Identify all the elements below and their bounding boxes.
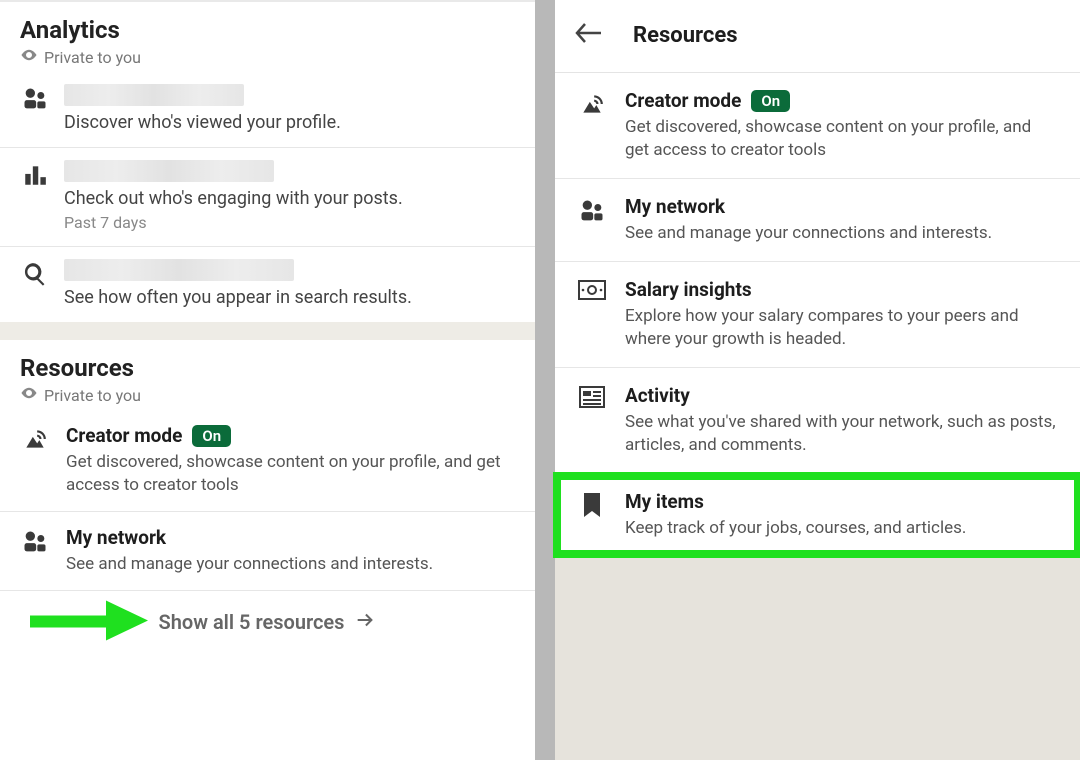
redacted-value bbox=[64, 160, 274, 182]
resource-row-desc: See and manage your connections and inte… bbox=[66, 553, 515, 576]
resource-row-title: My items bbox=[625, 490, 1058, 513]
resource-row-title-wrap: Creator mode On bbox=[625, 89, 1058, 112]
section-divider bbox=[0, 322, 535, 340]
resources-privacy: Private to you bbox=[20, 384, 515, 406]
resource-row-body: Creator mode On Get discovered, showcase… bbox=[625, 89, 1058, 162]
resource-row-title: Salary insights bbox=[625, 278, 1058, 301]
resource-row-desc: See and manage your connections and inte… bbox=[625, 222, 1058, 245]
resources-privacy-text: Private to you bbox=[44, 386, 141, 405]
analytics-row-search-appearances[interactable]: See how often you appear in search resul… bbox=[0, 247, 535, 322]
show-all-label: Show all 5 resources bbox=[159, 610, 345, 634]
resource-row-body: My network See and manage your connectio… bbox=[625, 195, 1058, 245]
analytics-row-desc: Check out who's engaging with your posts… bbox=[64, 188, 515, 209]
redacted-value bbox=[64, 259, 294, 281]
bookmark-icon bbox=[577, 490, 607, 540]
resources-heading: Resources bbox=[20, 354, 515, 382]
resource-row-desc: Get discovered, showcase content on your… bbox=[625, 116, 1058, 162]
analytics-row-post-engagement[interactable]: Check out who's engaging with your posts… bbox=[0, 148, 535, 247]
resources-section-header: Resources Private to you bbox=[0, 340, 535, 410]
resource-row-activity[interactable]: Activity See what you've shared with you… bbox=[555, 368, 1080, 474]
resource-row-title-wrap: Creator mode On bbox=[66, 424, 515, 447]
resource-row-creator-mode[interactable]: Creator mode On Get discovered, showcase… bbox=[0, 410, 535, 512]
back-button[interactable] bbox=[573, 20, 605, 50]
resource-row-my-items[interactable]: My items Keep track of your jobs, course… bbox=[555, 474, 1080, 556]
people-icon bbox=[20, 84, 50, 114]
eye-icon bbox=[20, 46, 38, 68]
resource-row-creator-mode[interactable]: Creator mode On Get discovered, showcase… bbox=[555, 73, 1080, 179]
resource-row-title: Creator mode bbox=[625, 89, 741, 112]
resource-row-desc: Explore how your salary compares to your… bbox=[625, 305, 1058, 351]
panel-left: Analytics Private to you Discover who's … bbox=[0, 0, 535, 760]
panel-divider bbox=[535, 0, 555, 760]
newspaper-icon bbox=[577, 384, 607, 457]
resource-row-my-network[interactable]: My network See and manage your connectio… bbox=[555, 179, 1080, 262]
analytics-row-sub: Past 7 days bbox=[64, 213, 515, 232]
resource-row-desc: See what you've shared with your network… bbox=[625, 411, 1058, 457]
eye-icon bbox=[20, 384, 38, 406]
resource-row-body: My items Keep track of your jobs, course… bbox=[625, 490, 1058, 540]
search-icon bbox=[20, 259, 50, 289]
creator-mode-badge: On bbox=[751, 90, 790, 112]
analytics-row-body: Check out who's engaging with your posts… bbox=[64, 160, 515, 232]
redacted-value bbox=[64, 84, 244, 106]
resource-row-title: Creator mode bbox=[66, 424, 182, 447]
bar-chart-icon bbox=[20, 160, 50, 190]
people-icon bbox=[20, 526, 50, 576]
empty-space bbox=[555, 556, 1080, 760]
annotation-arrow bbox=[30, 601, 150, 646]
resource-row-body: Salary insights Explore how your salary … bbox=[625, 278, 1058, 351]
resource-row-body: Creator mode On Get discovered, showcase… bbox=[66, 424, 515, 497]
resource-row-desc: Keep track of your jobs, courses, and ar… bbox=[625, 517, 1058, 540]
analytics-heading: Analytics bbox=[20, 16, 515, 44]
show-all-resources-button[interactable]: Show all 5 resources bbox=[0, 590, 535, 656]
analytics-section-header: Analytics Private to you bbox=[0, 2, 535, 72]
resource-row-title: Activity bbox=[625, 384, 1058, 407]
resource-row-my-network[interactable]: My network See and manage your connectio… bbox=[0, 512, 535, 590]
satellite-icon bbox=[20, 424, 50, 497]
resource-row-salary-insights[interactable]: Salary insights Explore how your salary … bbox=[555, 262, 1080, 368]
panel-right: Resources Creator mode On Get discovered… bbox=[555, 0, 1080, 760]
satellite-icon bbox=[577, 89, 607, 162]
resource-row-body: Activity See what you've shared with you… bbox=[625, 384, 1058, 457]
analytics-row-desc: See how often you appear in search resul… bbox=[64, 287, 515, 308]
resources-page-header: Resources bbox=[555, 0, 1080, 73]
resource-row-title: My network bbox=[625, 195, 1058, 218]
analytics-privacy-text: Private to you bbox=[44, 48, 141, 67]
resources-page-title: Resources bbox=[633, 23, 738, 48]
resource-row-desc: Get discovered, showcase content on your… bbox=[66, 451, 515, 497]
people-icon bbox=[577, 195, 607, 245]
money-icon bbox=[577, 278, 607, 351]
creator-mode-badge: On bbox=[192, 425, 231, 447]
resource-row-title: My network bbox=[66, 526, 515, 549]
analytics-row-profile-views[interactable]: Discover who's viewed your profile. bbox=[0, 72, 535, 148]
analytics-row-body: See how often you appear in search resul… bbox=[64, 259, 515, 308]
resource-row-body: My network See and manage your connectio… bbox=[66, 526, 515, 576]
analytics-row-desc: Discover who's viewed your profile. bbox=[64, 112, 515, 133]
analytics-privacy: Private to you bbox=[20, 46, 515, 68]
analytics-row-body: Discover who's viewed your profile. bbox=[64, 84, 515, 133]
arrow-right-icon bbox=[354, 609, 376, 636]
